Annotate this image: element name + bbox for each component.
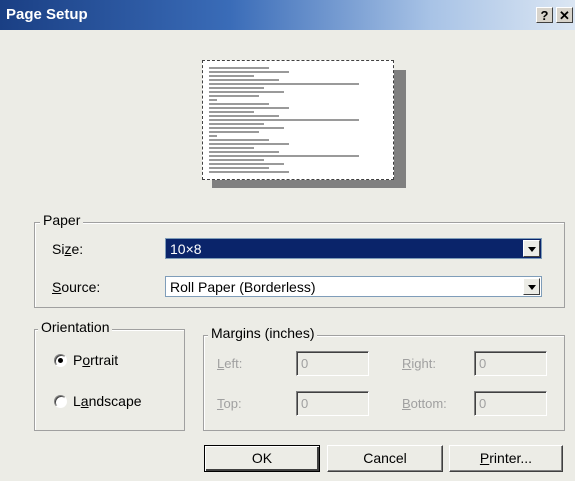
chevron-down-icon[interactable] <box>523 278 540 295</box>
portrait-radio[interactable] <box>54 354 67 367</box>
ok-button[interactable]: OK <box>204 445 320 472</box>
page-preview <box>202 60 394 180</box>
bottom-label: Bottom: <box>402 396 447 411</box>
source-label: Source: <box>52 279 101 295</box>
help-button[interactable]: ? <box>536 7 553 23</box>
close-button[interactable]: ✕ <box>556 7 573 23</box>
printer-button[interactable]: Printer... <box>449 445 563 472</box>
top-label: Top: <box>217 396 242 411</box>
landscape-radio[interactable] <box>54 395 67 408</box>
right-label: Right: <box>402 356 436 371</box>
left-margin-field[interactable]: 0 <box>296 351 369 376</box>
margins-group <box>203 335 565 431</box>
size-value: 10×8 <box>170 241 202 257</box>
left-label: Left: <box>217 356 243 371</box>
size-dropdown[interactable]: 10×8 <box>165 238 542 259</box>
bottom-margin-field[interactable]: 0 <box>474 391 547 416</box>
chevron-down-icon[interactable] <box>523 240 540 257</box>
top-margin-field[interactable]: 0 <box>296 391 369 416</box>
source-value: Roll Paper (Borderless) <box>170 279 316 295</box>
source-dropdown[interactable]: Roll Paper (Borderless) <box>165 276 542 297</box>
landscape-label[interactable]: Landscape <box>73 393 142 409</box>
paper-legend: Paper <box>40 212 84 228</box>
cancel-button[interactable]: Cancel <box>327 445 443 472</box>
page-setup-dialog: Page Setup ? ✕ Paper Size: 10×8 Source: … <box>0 0 575 481</box>
title-bar[interactable]: Page Setup ? ✕ <box>0 0 575 30</box>
size-label: Size: <box>52 241 84 257</box>
right-margin-field[interactable]: 0 <box>474 351 547 376</box>
dialog-title: Page Setup <box>6 6 88 23</box>
margins-legend: Margins (inches) <box>208 325 318 341</box>
orientation-legend: Orientation <box>38 319 113 335</box>
orientation-group <box>34 329 185 431</box>
portrait-label[interactable]: Portrait <box>73 352 118 368</box>
